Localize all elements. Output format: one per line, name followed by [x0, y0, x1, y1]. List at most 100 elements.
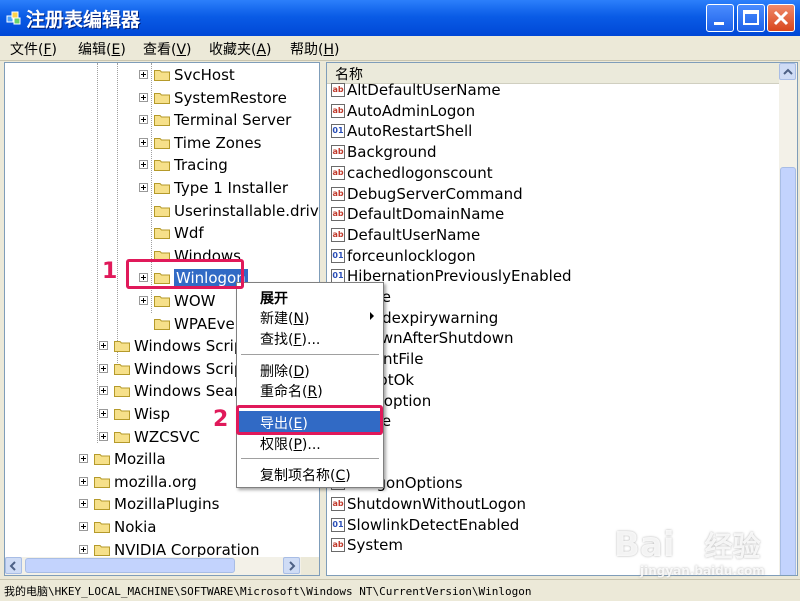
- value-row[interactable]: ab Background: [329, 143, 769, 163]
- tree-node-label: Windows Searc: [134, 382, 248, 400]
- string-value-icon: ab: [331, 207, 345, 221]
- tree-horizontal-scrollbar[interactable]: [5, 557, 301, 575]
- value-row[interactable]: 01swordexpirywarning: [329, 309, 769, 329]
- tree-node[interactable]: Type 1 Installer: [5, 178, 305, 200]
- tree-node-label: Type 1 Installer: [174, 179, 289, 197]
- step-2-label: 2: [213, 407, 229, 432]
- expand-plus-icon[interactable]: [139, 160, 148, 169]
- scroll-left-button[interactable]: [5, 557, 22, 574]
- menu-find[interactable]: 查找(F)...: [238, 327, 382, 349]
- folder-icon: [114, 341, 130, 352]
- value-row[interactable]: aberdownAfterShutdown: [329, 329, 769, 349]
- menu-help[interactable]: 帮助(H): [290, 39, 339, 59]
- value-row[interactable]: ab DefaultDomainName: [329, 205, 769, 225]
- tree-node-label: MozillaPlugins: [114, 495, 220, 513]
- menu-permissions[interactable]: 权限(P)...: [238, 432, 382, 454]
- tree-node-label: Mozilla: [114, 450, 166, 468]
- folder-icon: [154, 183, 170, 194]
- value-row[interactable]: abadFontFile: [329, 350, 769, 370]
- folder-icon: [114, 386, 130, 397]
- expand-plus-icon[interactable]: [79, 454, 88, 463]
- menu-file[interactable]: 文件(F): [10, 39, 57, 59]
- tree-node[interactable]: Nokia: [5, 517, 305, 539]
- tree-node[interactable]: MozillaPlugins: [5, 494, 305, 516]
- menu-view[interactable]: 查看(V): [143, 39, 192, 59]
- value-row[interactable]: ab DebugServerCommand: [329, 185, 769, 205]
- tree-node-label: WPAEver: [174, 315, 241, 333]
- menu-edit[interactable]: 编辑(E): [78, 39, 126, 59]
- menu-favorites[interactable]: 收藏夹(A): [209, 39, 272, 59]
- expand-plus-icon[interactable]: [99, 409, 108, 418]
- tree-node-label: mozilla.org: [114, 473, 197, 491]
- menu-delete[interactable]: 删除(D): [238, 359, 382, 381]
- tree-horizontal-scroll-thumb[interactable]: [25, 558, 235, 573]
- maximize-button[interactable]: [737, 4, 765, 32]
- scroll-up-button[interactable]: [779, 63, 796, 80]
- minimize-icon: [714, 22, 724, 25]
- value-row[interactable]: abnoveoption: [329, 392, 769, 412]
- menu-copy-key-name[interactable]: 复制项名称(C): [238, 463, 382, 485]
- expand-plus-icon[interactable]: [139, 296, 148, 305]
- value-row[interactable]: ab: [329, 454, 769, 474]
- value-row[interactable]: abwLogonOptions: [329, 474, 769, 494]
- menu-new[interactable]: 新建(N): [238, 306, 382, 328]
- expand-plus-icon[interactable]: [79, 545, 88, 554]
- expand-plus-icon[interactable]: [99, 386, 108, 395]
- expand-plus-icon[interactable]: [99, 432, 108, 441]
- menu-expand[interactable]: 展开: [238, 286, 382, 308]
- arrow-left-icon: [9, 561, 16, 571]
- value-name: cachedlogonscount: [347, 164, 493, 182]
- scroll-right-button[interactable]: [283, 557, 300, 574]
- expand-plus-icon[interactable]: [99, 341, 108, 350]
- menu-separator: [241, 354, 379, 355]
- expand-plus-icon[interactable]: [139, 183, 148, 192]
- maximize-icon: [743, 10, 759, 25]
- minimize-button[interactable]: [706, 4, 734, 32]
- value-row[interactable]: ab DefaultUserName: [329, 226, 769, 246]
- tree-node[interactable]: Tracing: [5, 155, 305, 177]
- expand-plus-icon[interactable]: [139, 93, 148, 102]
- value-row[interactable]: ab ShutdownWithoutLogon: [329, 495, 769, 515]
- expand-plus-icon[interactable]: [139, 115, 148, 124]
- folder-icon: [94, 454, 110, 465]
- tree-node[interactable]: Userinstallable.driv: [5, 201, 319, 223]
- value-row[interactable]: abisable: [329, 412, 769, 432]
- tree-node[interactable]: Time Zones: [5, 133, 305, 155]
- value-row[interactable]: ab AutoAdminLogon: [329, 102, 769, 122]
- tree-node[interactable]: Wdf: [5, 223, 305, 245]
- binary-value-icon: 01: [331, 518, 345, 532]
- value-row[interactable]: 01 forceunlocklogon: [329, 247, 769, 267]
- tree-node[interactable]: SystemRestore: [5, 88, 305, 110]
- value-row[interactable]: abuota: [329, 433, 769, 453]
- expand-plus-icon[interactable]: [139, 138, 148, 147]
- menu-rename[interactable]: 重命名(R): [238, 379, 382, 401]
- tree-node-label: Terminal Server: [174, 111, 292, 129]
- tree-node-label: Tracing: [174, 156, 228, 174]
- expand-plus-icon[interactable]: [79, 499, 88, 508]
- value-row[interactable]: ab cachedlogonscount: [329, 164, 769, 184]
- list-vertical-scrollbar[interactable]: [779, 63, 797, 575]
- value-row[interactable]: 01 HibernationPreviouslyEnabled: [329, 267, 769, 287]
- binary-value-icon: 01: [331, 269, 345, 283]
- menu-bar: 文件(F) 编辑(E) 查看(V) 收藏夹(A) 帮助(H): [0, 36, 800, 61]
- title-bar[interactable]: 注册表编辑器: [0, 0, 800, 36]
- tree-node[interactable]: SvcHost: [5, 65, 305, 87]
- tree-node[interactable]: Terminal Server: [5, 110, 305, 132]
- folder-icon: [94, 545, 110, 556]
- folder-icon: [114, 409, 130, 420]
- value-row[interactable]: ab AltDefaultUserName: [329, 81, 769, 101]
- tree-node-label: Windows Script: [134, 360, 250, 378]
- value-row[interactable]: 01 AutoRestartShell: [329, 122, 769, 142]
- expand-plus-icon[interactable]: [139, 70, 148, 79]
- context-menu[interactable]: 展开 新建(N) 查找(F)... 删除(D) 重命名(R) 导出(E) 权限(…: [236, 282, 384, 488]
- close-button[interactable]: [767, 4, 795, 32]
- value-row[interactable]: abnType: [329, 288, 769, 308]
- expand-plus-icon[interactable]: [79, 522, 88, 531]
- submenu-arrow-icon: [370, 312, 374, 320]
- value-list-pane[interactable]: 名称 ab AltDefaultUserName ab AutoAdminLogon 0…: [326, 62, 798, 576]
- list-vertical-scroll-thumb[interactable]: [780, 167, 796, 575]
- expand-plus-icon[interactable]: [99, 364, 108, 373]
- string-value-icon: ab: [331, 538, 345, 552]
- expand-plus-icon[interactable]: [79, 477, 88, 486]
- value-row[interactable]: abrtBootOk: [329, 371, 769, 391]
